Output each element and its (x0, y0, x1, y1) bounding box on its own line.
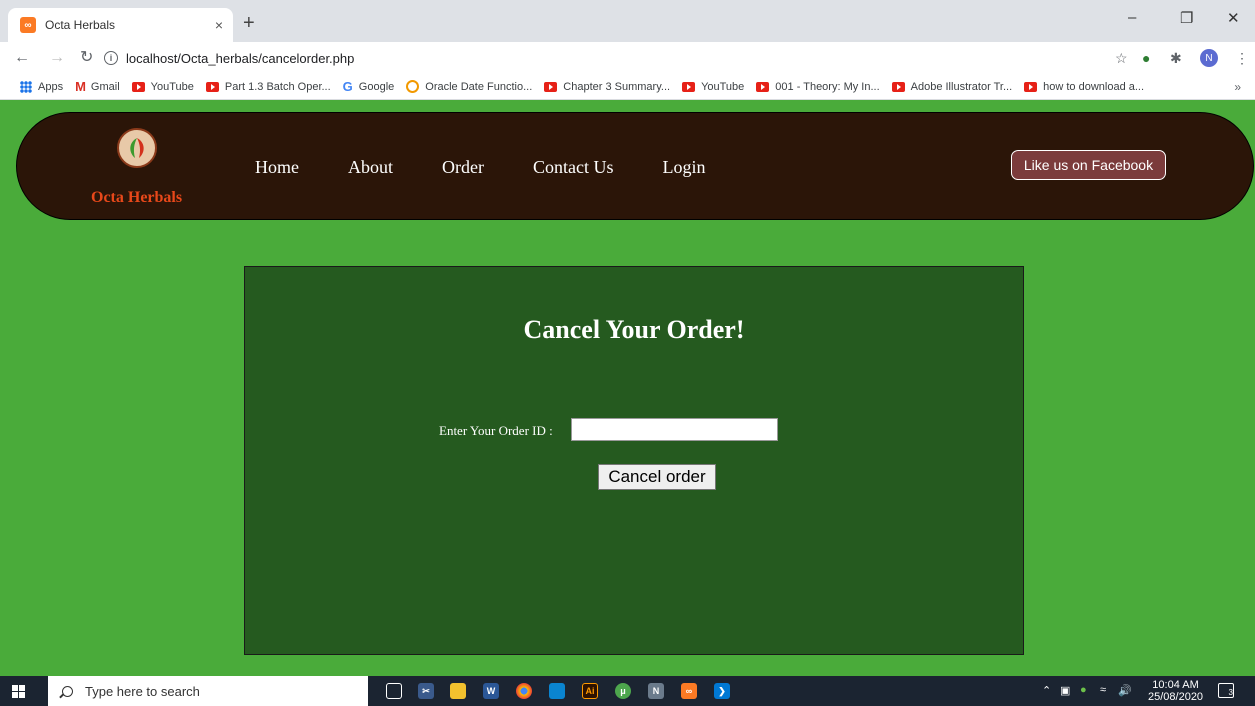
vscode-icon[interactable]: ❯ (714, 683, 730, 699)
gmail-icon: M (75, 79, 86, 94)
bookmark-youtube[interactable]: YouTube (131, 81, 194, 93)
bookmark-illustrator[interactable]: Adobe Illustrator Tr... (891, 81, 1012, 93)
apps-grid-icon (20, 80, 32, 93)
site-info-icon[interactable]: i (104, 51, 118, 65)
clock-time: 10:04 AM (1152, 679, 1199, 691)
browser-tab[interactable]: ∞ Octa Herbals × (8, 8, 233, 42)
bookmark-youtube-2[interactable]: YouTube (682, 81, 744, 93)
page-title: Cancel Your Order! (523, 315, 745, 344)
new-tab-button[interactable]: + (243, 13, 255, 33)
chrome-icon[interactable] (516, 683, 532, 699)
xampp-favicon-icon: ∞ (20, 17, 36, 33)
volume-icon[interactable]: 🔊 (1118, 684, 1132, 697)
search-icon (62, 685, 73, 697)
minimize-icon[interactable]: – (1128, 9, 1136, 26)
nav-contact-us[interactable]: Contact Us (533, 157, 614, 178)
back-arrow-icon[interactable]: ← (14, 49, 30, 67)
bookmark-apps[interactable]: Apps (20, 80, 63, 93)
bookmark-batch-oper[interactable]: Part 1.3 Batch Oper... (205, 81, 331, 93)
wifi-icon[interactable]: ≈ (1100, 684, 1106, 696)
taskbar-clock[interactable]: 10:04 AM 25/08/2020 (1148, 679, 1203, 703)
star-bookmark-icon[interactable]: ☆ (1115, 49, 1128, 67)
nav-order[interactable]: Order (442, 157, 484, 178)
nav-home[interactable]: Home (255, 157, 299, 178)
utorrent-icon[interactable]: μ (615, 683, 631, 699)
oracle-icon (406, 80, 420, 93)
bookmarks-bar: Apps M Gmail YouTube Part 1.3 Batch Oper.… (0, 74, 1255, 100)
bookmark-oracle[interactable]: Oracle Date Functio... (406, 80, 532, 93)
octa-herbals-logo-icon (117, 128, 157, 168)
youtube-icon (1024, 81, 1038, 92)
browser-tab-strip: ∞ Octa Herbals × + – ❐ ✕ (0, 0, 1255, 42)
url-text: localhost/Octa_herbals/cancelorder.php (126, 50, 355, 66)
cancel-order-button[interactable]: Cancel order (598, 464, 716, 490)
tray-chevron-icon[interactable]: ⌃ (1042, 684, 1051, 697)
main-nav: Home About Order Contact Us Login (255, 157, 754, 178)
bookmark-gmail[interactable]: M Gmail (75, 79, 120, 94)
nav-login[interactable]: Login (662, 157, 705, 178)
youtube-icon (205, 81, 219, 92)
taskbar-search-box[interactable]: Type here to search (48, 676, 368, 706)
order-id-label: Enter Your Order ID : (439, 423, 553, 438)
bookmark-download[interactable]: how to download a... (1024, 81, 1144, 93)
bookmark-google[interactable]: G Google (343, 79, 395, 94)
bookmark-theory[interactable]: 001 - Theory: My In... (756, 81, 880, 93)
extensions-puzzle-icon[interactable]: ✱ (1170, 49, 1182, 67)
edge-icon[interactable] (549, 683, 565, 699)
google-icon: G (342, 79, 353, 94)
youtube-icon (891, 81, 905, 92)
chrome-menu-icon[interactable]: ⋮ (1235, 49, 1249, 67)
close-window-icon[interactable]: ✕ (1227, 9, 1240, 27)
tray-app-icon[interactable]: ● (1080, 684, 1087, 696)
extension-globe-icon[interactable]: ● (1142, 49, 1150, 67)
clock-date: 25/08/2020 (1148, 691, 1204, 703)
order-id-input[interactable] (571, 418, 778, 441)
forward-arrow-icon[interactable]: → (49, 49, 65, 67)
reload-icon[interactable]: ↻ (80, 49, 93, 67)
facebook-like-button[interactable]: Like us on Facebook (1011, 150, 1166, 180)
battery-icon[interactable]: ▣ (1060, 684, 1070, 697)
illustrator-icon[interactable]: Ai (582, 683, 598, 699)
chrome-profile-icon[interactable]: N (648, 683, 664, 699)
youtube-icon (682, 81, 696, 92)
brand-name: Octa Herbals (91, 189, 183, 206)
nav-about[interactable]: About (348, 157, 393, 178)
word-icon[interactable]: W (483, 683, 499, 699)
more-bookmarks-icon[interactable]: » (1234, 80, 1241, 94)
snipping-tool-icon[interactable]: ✂ (418, 683, 434, 699)
tab-title: Octa Herbals (45, 18, 116, 32)
youtube-icon (544, 81, 558, 92)
profile-avatar[interactable]: N (1200, 49, 1218, 67)
site-header: Octa Herbals Home About Order Contact Us… (16, 112, 1254, 220)
youtube-icon (756, 81, 770, 92)
file-explorer-icon[interactable] (450, 683, 466, 699)
cancel-order-panel: Cancel Your Order! Enter Your Order ID :… (244, 266, 1024, 655)
address-bar-row: ← → ↻ i localhost/Octa_herbals/cancelord… (0, 42, 1255, 74)
task-view-icon[interactable] (386, 683, 402, 699)
bookmark-chapter3[interactable]: Chapter 3 Summary... (544, 81, 670, 93)
tab-close-icon[interactable]: × (215, 17, 223, 33)
windows-start-icon[interactable] (12, 685, 25, 698)
url-bar[interactable]: i localhost/Octa_herbals/cancelorder.php (104, 46, 1184, 70)
notification-center-icon[interactable]: 3 (1218, 683, 1234, 698)
xampp-icon[interactable]: ∞ (681, 683, 697, 699)
youtube-icon (131, 81, 145, 92)
windows-taskbar: Type here to search ✂ W Ai μ N ∞ ❯ ⌃ ▣ ●… (0, 676, 1255, 706)
restore-icon[interactable]: ❐ (1180, 9, 1193, 27)
search-placeholder: Type here to search (85, 683, 200, 699)
